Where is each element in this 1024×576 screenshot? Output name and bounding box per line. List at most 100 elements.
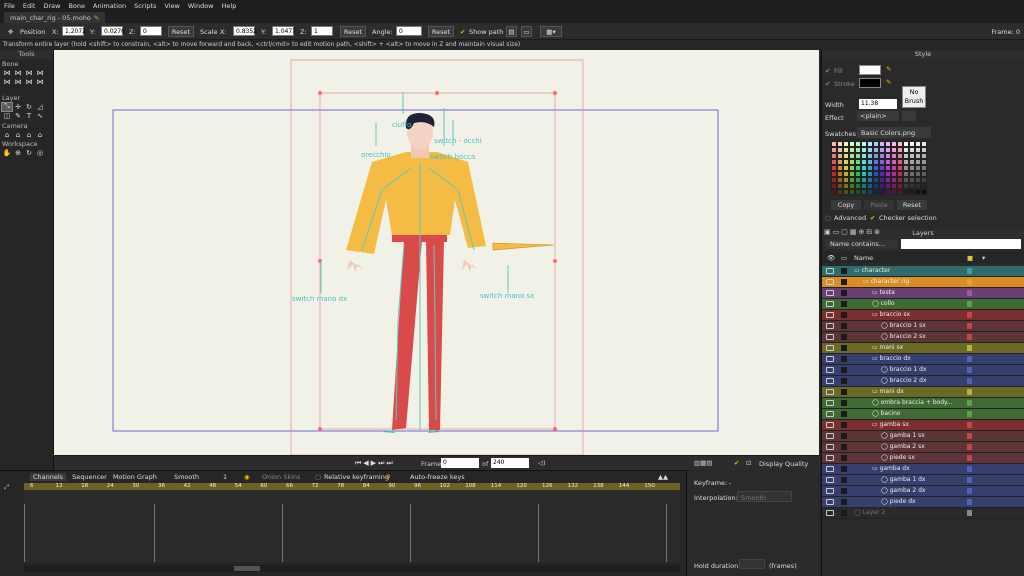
bone-strength-icon[interactable]: ⋈ [2,78,12,86]
timeline-ruler[interactable]: 6 12 18 24 30 36 42 48 54 60 66 72 78 84 90 96 102 108 114… [24,483,680,490]
layer-row[interactable]: ▭ character rig [822,277,1024,288]
layer-color-tag[interactable] [967,510,972,516]
transport-controls-icon[interactable]: ⏮◀▶⏭⏭ [355,459,395,468]
stroke-checkbox[interactable]: ✔ [825,80,830,88]
menu-draw[interactable]: Draw [39,2,64,10]
reset-position-button[interactable]: Reset [168,26,194,37]
layer-row[interactable]: ◯ Layer 2 [822,508,1024,519]
layer-row[interactable]: ▭ mani dx [822,387,1024,398]
bind-points-icon[interactable]: ⋈ [35,78,45,86]
layer-row[interactable]: ▭ character [822,266,1024,277]
curve-tool-icon[interactable]: ∿ [35,112,45,120]
fill-brush-icon[interactable]: ✎ [886,65,891,73]
color-swatches-grid[interactable] [831,141,927,195]
relative-keyframing-checkbox[interactable]: ▢ [315,473,321,481]
stroke-color-swatch[interactable] [859,78,881,88]
lock-toggle[interactable] [841,488,847,494]
auto-freeze-icon[interactable]: ⚲ [386,473,391,481]
pan-tilt-camera-icon[interactable]: ⌂ [35,131,45,139]
tab-motion-graph[interactable]: Motion Graph [113,473,157,481]
visibility-toggle-icon[interactable] [826,356,834,362]
visibility-toggle-icon[interactable] [826,411,834,417]
text-tool-icon[interactable]: T [24,112,34,120]
visibility-toggle-icon[interactable] [826,367,834,373]
layer-color-tag[interactable] [967,356,972,362]
visibility-toggle-icon[interactable] [826,488,834,494]
visibility-toggle-icon[interactable] [826,477,834,483]
scale-y-field[interactable]: 1.0477 [272,26,296,36]
copy-button[interactable]: Copy [831,200,861,210]
display-quality-label[interactable]: Display Quality [759,460,808,468]
menu-file[interactable]: File [0,2,19,10]
visibility-toggle-icon[interactable] [826,466,834,472]
menu-edit[interactable]: Edit [19,2,40,10]
timeline-scrollbar[interactable] [24,565,680,572]
zoom-camera-icon[interactable]: ⌂ [13,131,23,139]
visibility-toggle-icon[interactable] [826,312,834,318]
lock-toggle[interactable] [841,323,847,329]
effect-options-button[interactable] [902,111,916,121]
position-x-field[interactable]: 1.2072 [62,26,86,36]
layer-row[interactable]: ▭ mani sx [822,343,1024,354]
layer-row[interactable]: ◯ gamba 1 sx [822,431,1024,442]
lock-toggle[interactable] [841,510,847,516]
layer-color-tag[interactable] [967,455,972,461]
lock-toggle[interactable] [841,301,847,307]
layer-row[interactable]: ▭ braccio dx [822,354,1024,365]
lock-toggle[interactable] [841,477,847,483]
reset-scale-button[interactable]: Reset [340,26,366,37]
paste-button[interactable]: Paste [864,200,894,210]
stroke-brush-icon[interactable]: ✎ [886,78,891,86]
layers-toolbar-icons[interactable]: ▣▭▢▦⊕⊟⊗ [824,228,882,236]
layer-color-tag[interactable] [967,378,972,384]
lock-toggle[interactable] [841,422,847,428]
grid-options-icon[interactable]: ▦▾ [540,26,562,37]
visibility-toggle-icon[interactable] [826,279,834,285]
lock-toggle[interactable] [841,367,847,373]
visibility-toggle-icon[interactable] [826,389,834,395]
select-bone-icon[interactable]: ⋈ [2,69,12,77]
orbit-icon[interactable]: ◎ [35,149,45,157]
reset-style-button[interactable]: Reset [897,200,927,210]
layer-row[interactable]: ◯ braccio 1 dx [822,365,1024,376]
auto-freeze-label[interactable]: Auto-freeze keys [410,473,465,481]
document-tab[interactable]: main_char_rig - 05.moho ✎ [4,12,106,23]
menu-view[interactable]: View [160,2,183,10]
keyframe-step-field[interactable]: 1 [223,473,227,481]
document-icon[interactable]: ▭ [521,26,532,37]
hand-icon[interactable]: ✋ [2,149,12,157]
show-path-checkbox[interactable]: ✔ [460,28,465,36]
layer-color-tag[interactable] [967,488,972,494]
transform-bone-icon[interactable]: ⋈ [13,69,23,77]
layer-color-tag[interactable] [967,411,972,417]
canvas-viewport[interactable]: ciuffo switch - occhi orecchio switch bo… [54,50,819,456]
layer-color-tag[interactable] [967,323,972,329]
lock-toggle[interactable] [841,455,847,461]
menu-help[interactable]: Help [218,2,241,10]
layer-row[interactable]: ▭ gamba sx [822,420,1024,431]
reparent-bone-icon[interactable]: ⋈ [35,69,45,77]
layer-color-tag[interactable] [967,477,972,483]
lock-toggle[interactable] [841,334,847,340]
layer-row[interactable]: ◯ piede dx [822,497,1024,508]
lock-toggle[interactable] [841,279,847,285]
visibility-toggle-icon[interactable] [826,455,834,461]
lock-toggle[interactable] [841,345,847,351]
fill-color-swatch[interactable] [859,65,881,75]
view-mode-icons[interactable]: ▥▦▤ [694,459,712,467]
layer-row[interactable]: ◯ collo [822,299,1024,310]
visibility-toggle-icon[interactable] [826,499,834,505]
layer-color-tag[interactable] [967,334,972,340]
reset-angle-button[interactable]: Reset [428,26,454,37]
layer-filter-dropdown[interactable]: Name contains... [825,239,897,249]
frame-field[interactable]: 0 [441,458,479,468]
layer-row[interactable]: ◯ gamba 1 dx [822,475,1024,486]
layer-row[interactable]: ◯ piede sx [822,453,1024,464]
lock-toggle[interactable] [841,268,847,274]
menu-bone[interactable]: Bone [64,2,89,10]
layer-color-tag[interactable] [967,433,972,439]
visibility-toggle-icon[interactable] [826,268,834,274]
manipulate-bones-icon[interactable]: ⋈ [13,78,23,86]
volume-icon[interactable]: ◁) [538,459,546,467]
layer-row[interactable]: ◯ bacino [822,409,1024,420]
